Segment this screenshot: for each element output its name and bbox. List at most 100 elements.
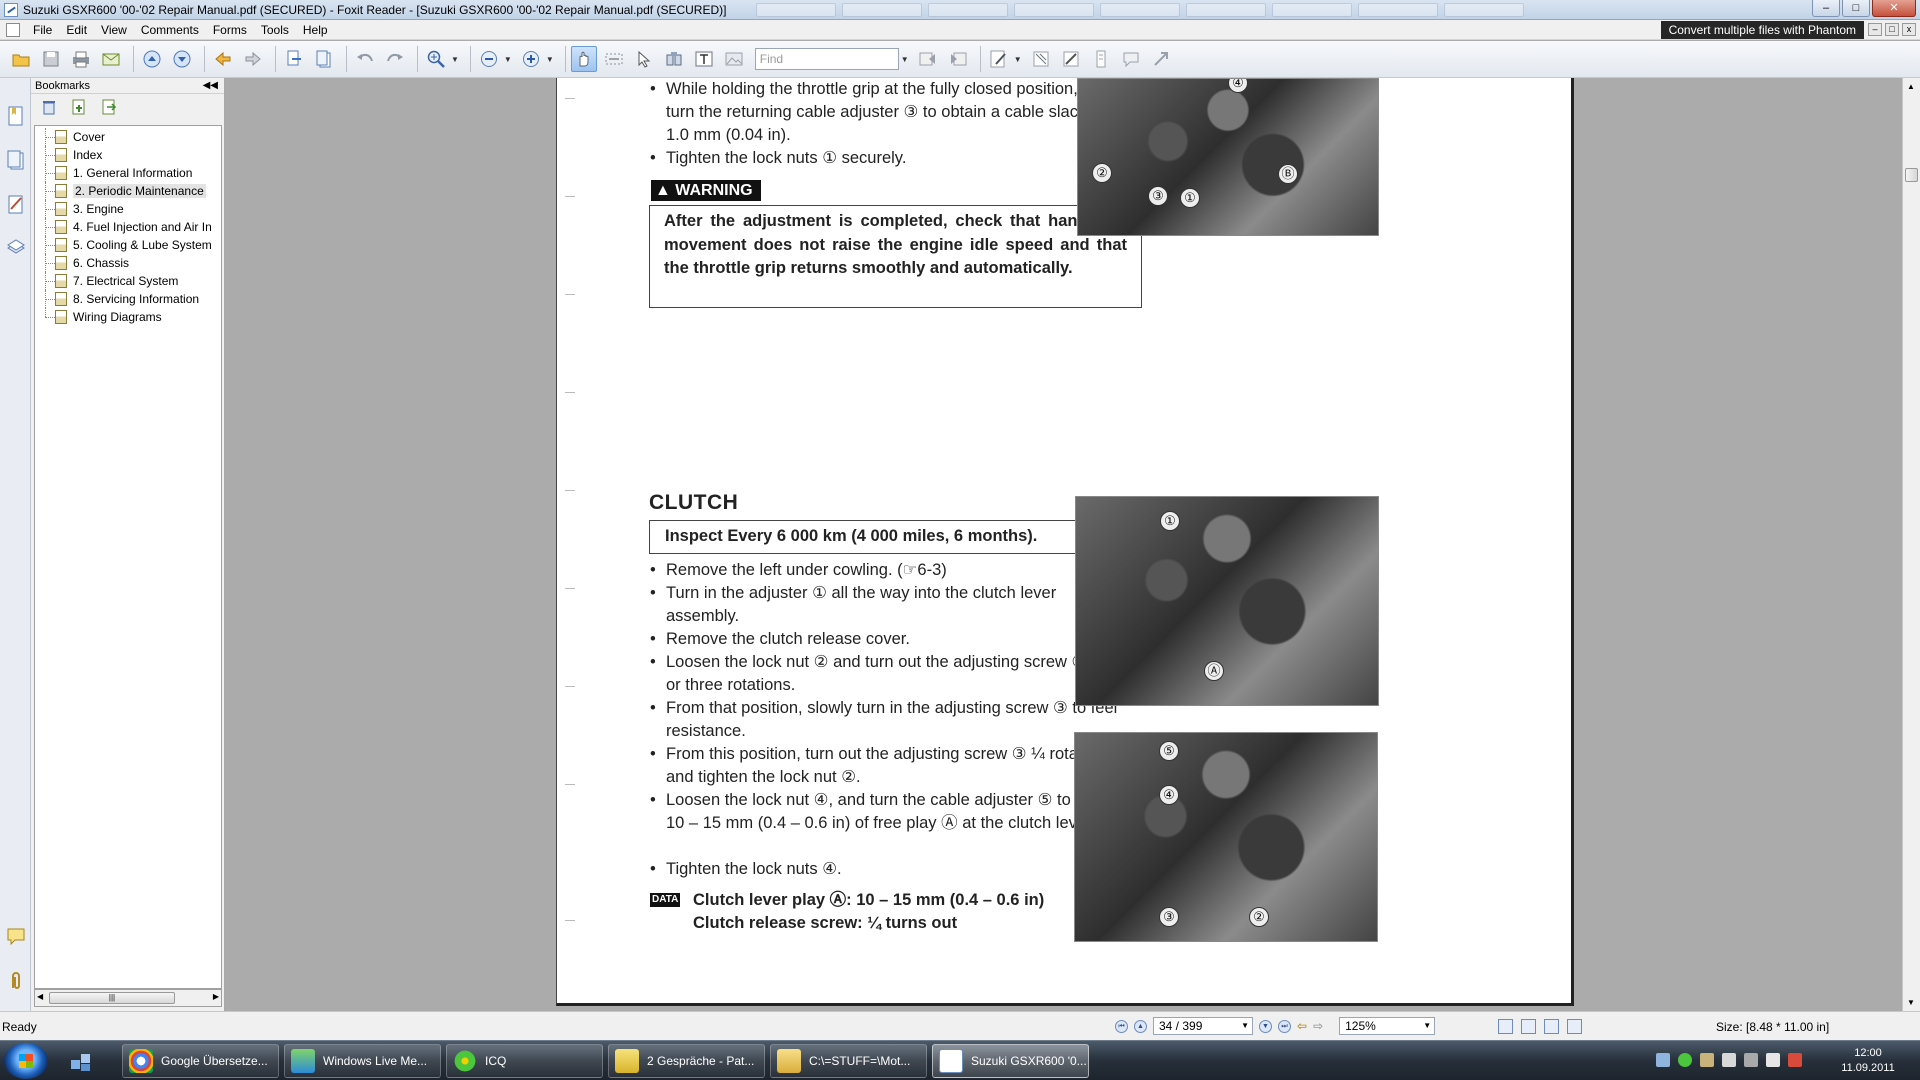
expand-bookmark-icon[interactable] — [101, 99, 117, 115]
insert-page-icon[interactable] — [311, 46, 337, 72]
bookmark-item[interactable]: Index — [35, 146, 221, 164]
zoom-dropdown-icon[interactable]: ▼ — [451, 55, 459, 64]
undo-icon[interactable] — [352, 46, 378, 72]
find-dropdown-icon[interactable]: ▼ — [901, 55, 909, 64]
menu-view[interactable]: View — [94, 23, 134, 37]
scroll-right-icon[interactable]: ▶ — [213, 992, 219, 1001]
zoom-out-icon[interactable] — [476, 46, 502, 72]
arrow-icon[interactable] — [1148, 46, 1174, 72]
prev-page-icon[interactable] — [139, 46, 165, 72]
facing-view-icon[interactable] — [1544, 1019, 1559, 1034]
comments-panel-icon[interactable] — [7, 194, 25, 214]
extract-page-icon[interactable] — [281, 46, 307, 72]
doc-restore-button[interactable]: □ — [1885, 23, 1899, 36]
zoom-in-icon[interactable] — [423, 46, 449, 72]
sound-mute-tray-icon[interactable] — [1744, 1053, 1758, 1067]
bookmarks-horizontal-scrollbar[interactable]: ◀ ||| ▶ — [34, 989, 222, 1007]
bookmarks-panel-icon[interactable] — [7, 106, 25, 126]
find-prev-icon[interactable] — [915, 46, 941, 72]
zoom-dropdown-icon[interactable]: ▼ — [1423, 1018, 1431, 1034]
start-button[interactable] — [4, 1043, 48, 1079]
taskbar-icq[interactable]: ICQ — [446, 1044, 603, 1078]
bookmark-item[interactable]: 8. Servicing Information — [35, 290, 221, 308]
bookmark-item[interactable]: 3. Engine — [35, 200, 221, 218]
zoom-level-select[interactable]: 125% ▼ — [1339, 1017, 1436, 1035]
doc-close-button[interactable]: x — [1902, 23, 1916, 36]
select-text-icon[interactable] — [601, 46, 627, 72]
hand-tool-icon[interactable] — [570, 46, 597, 72]
system-clock[interactable]: 12:00 11.09.2011 — [1828, 1046, 1908, 1076]
show-desktop-icon[interactable] — [70, 1051, 92, 1073]
document-icon[interactable] — [6, 22, 20, 37]
scroll-thumb[interactable]: ||| — [49, 992, 175, 1004]
pen-icon[interactable] — [986, 46, 1012, 72]
display-tray-icon[interactable] — [1766, 1053, 1780, 1067]
typewriter-icon[interactable] — [691, 46, 717, 72]
page-number-input[interactable]: 34 / 399 ▼ — [1153, 1017, 1253, 1035]
open-icon[interactable] — [8, 46, 34, 72]
network-tray-icon[interactable] — [1656, 1053, 1670, 1067]
eraser-icon[interactable] — [1028, 46, 1054, 72]
document-vertical-scrollbar[interactable]: ▲ ▼ — [1902, 78, 1920, 1011]
note-icon[interactable] — [1058, 46, 1084, 72]
zoom-out-dropdown-icon[interactable]: ▼ — [504, 55, 512, 64]
continuous-facing-view-icon[interactable] — [1567, 1019, 1582, 1034]
menu-help[interactable]: Help — [296, 23, 335, 37]
note-panel-icon[interactable] — [7, 926, 25, 946]
taskbar-chat-conversations[interactable]: 2 Gespräche - Pat... — [608, 1044, 765, 1078]
back-icon[interactable] — [210, 46, 236, 72]
stamp-icon[interactable] — [1088, 46, 1114, 72]
volume-tray-icon[interactable] — [1722, 1053, 1736, 1067]
app-tray-icon[interactable] — [1700, 1053, 1714, 1067]
bookmark-item-selected[interactable]: 2. Periodic Maintenance — [35, 182, 221, 200]
phantom-ad-banner[interactable]: Convert multiple files with Phantom — [1660, 21, 1864, 39]
last-page-icon[interactable]: ⏭ — [1278, 1019, 1291, 1033]
maximize-button[interactable]: □ — [1842, 0, 1870, 17]
taskbar-google-translate[interactable]: Google Übersetze... — [122, 1044, 279, 1078]
save-icon[interactable] — [38, 46, 64, 72]
previous-page-icon[interactable]: ▲ — [1134, 1019, 1147, 1033]
menu-edit[interactable]: Edit — [59, 23, 94, 37]
pages-panel-icon[interactable] — [7, 150, 25, 170]
bookmark-item[interactable]: 5. Cooling & Lube System — [35, 236, 221, 254]
scroll-left-icon[interactable]: ◀ — [37, 992, 43, 1001]
attachments-panel-icon[interactable] — [7, 970, 25, 990]
pen-dropdown-icon[interactable]: ▼ — [1014, 55, 1022, 64]
redo-icon[interactable] — [382, 46, 408, 72]
menu-tools[interactable]: Tools — [254, 23, 296, 37]
bookmark-item[interactable]: 1. General Information — [35, 164, 221, 182]
continuous-view-icon[interactable] — [1521, 1019, 1536, 1034]
email-icon[interactable] — [98, 46, 124, 72]
scroll-down-icon[interactable]: ▼ — [1907, 998, 1915, 1007]
print-icon[interactable] — [68, 46, 94, 72]
scroll-thumb[interactable] — [1905, 168, 1918, 182]
scroll-up-icon[interactable]: ▲ — [1907, 82, 1915, 91]
doc-minimize-button[interactable]: – — [1868, 23, 1882, 36]
taskbar-windows-live-messenger[interactable]: Windows Live Me... — [284, 1044, 441, 1078]
menu-comments[interactable]: Comments — [134, 23, 206, 37]
next-page-icon[interactable] — [169, 46, 195, 72]
go-forward-icon[interactable]: ⇨ — [1313, 1019, 1323, 1033]
document-view[interactable]: While holding the throttle grip at the f… — [226, 78, 1902, 1011]
next-page-icon[interactable]: ▼ — [1259, 1019, 1272, 1033]
forward-icon[interactable] — [240, 46, 266, 72]
collapse-panel-icon[interactable]: ◀◀ — [203, 78, 218, 94]
bookmark-item[interactable]: Wiring Diagrams — [35, 308, 221, 326]
bookmark-item[interactable]: 6. Chassis — [35, 254, 221, 272]
bookmark-item[interactable]: 7. Electrical System — [35, 272, 221, 290]
close-button[interactable]: ✕ — [1872, 0, 1916, 17]
layers-panel-icon[interactable] — [7, 238, 25, 258]
bookmark-item[interactable]: 4. Fuel Injection and Air In — [35, 218, 221, 236]
delete-bookmark-icon[interactable] — [41, 99, 57, 115]
taskbar-foxit-reader[interactable]: Suzuki GSXR600 '0... — [932, 1044, 1089, 1078]
minimize-button[interactable]: – — [1812, 0, 1840, 17]
snapshot-icon[interactable] — [661, 46, 687, 72]
zoom-plus-dropdown-icon[interactable]: ▼ — [546, 55, 554, 64]
menu-file[interactable]: File — [26, 23, 59, 37]
action-center-flag-icon[interactable] — [1788, 1053, 1802, 1067]
select-icon[interactable] — [631, 46, 657, 72]
find-next-icon[interactable] — [945, 46, 971, 72]
bookmark-item[interactable]: Cover — [35, 128, 221, 146]
page-dropdown-icon[interactable]: ▼ — [1241, 1018, 1249, 1034]
taskbar-explorer-folder[interactable]: C:\=STUFF=\Mot... — [770, 1044, 927, 1078]
